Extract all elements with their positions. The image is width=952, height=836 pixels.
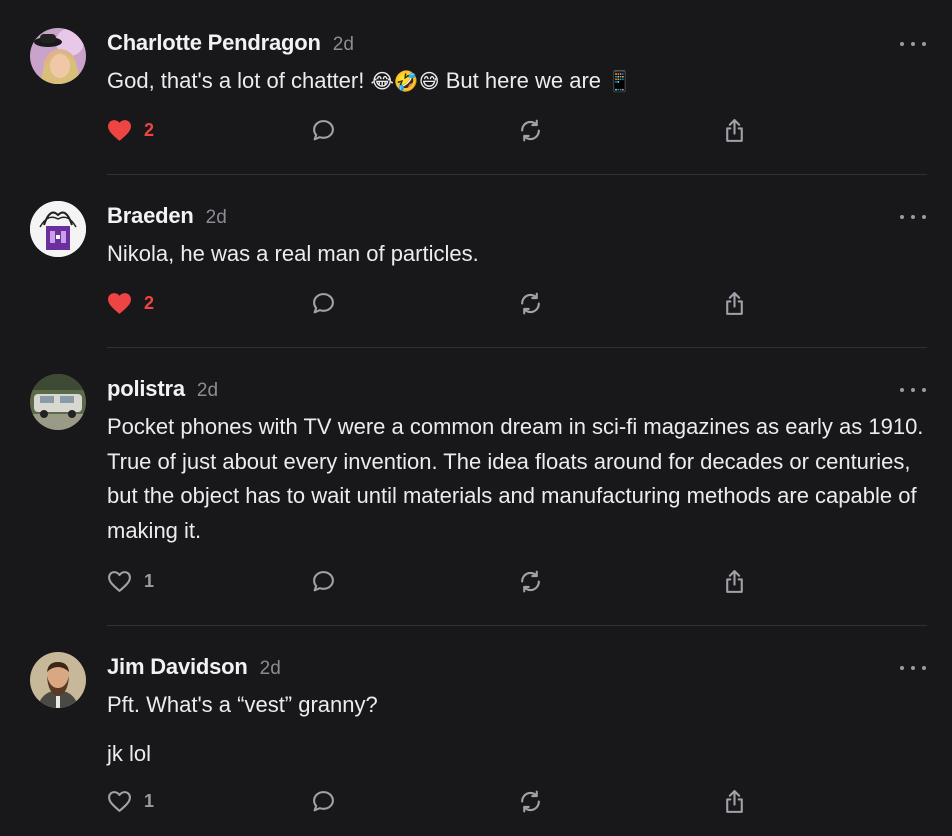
comment-actions: 1 <box>0 566 952 596</box>
comment-actions: 1 <box>0 786 952 816</box>
speech-bubble-icon <box>313 119 334 140</box>
restack-arrows-icon <box>521 570 540 592</box>
ellipsis-icon <box>900 388 904 392</box>
like-button[interactable]: 1 <box>107 786 154 816</box>
ellipsis-icon <box>900 666 904 670</box>
ellipsis-icon <box>911 666 915 670</box>
comment-body: Pocket phones with TV were a common drea… <box>107 410 932 548</box>
like-count: 2 <box>144 119 155 140</box>
comment-text: Pocket phones with TV were a common drea… <box>107 414 924 543</box>
ellipsis-icon <box>922 42 926 46</box>
reply-button[interactable] <box>311 566 336 596</box>
comment-body: Pft. What's a “vest” granny? jk lol <box>107 688 932 771</box>
avatar[interactable] <box>30 374 86 430</box>
more-options-button[interactable] <box>900 385 926 395</box>
more-options-button[interactable] <box>900 212 926 222</box>
heart-filled-icon <box>108 119 131 141</box>
comment-body: God, that's a lot of chatter! 😂🤣😅 But he… <box>107 64 932 99</box>
avatar-image <box>30 652 86 708</box>
like-button[interactable]: 2 <box>107 115 154 145</box>
speech-bubble-icon <box>313 570 334 591</box>
restack-arrows-icon <box>521 119 540 141</box>
comment-text: Nikola, he was a real man of particles. <box>107 241 479 266</box>
ellipsis-icon <box>911 388 915 392</box>
comment-body: Nikola, he was a real man of particles. <box>107 237 932 272</box>
author-name[interactable]: Charlotte Pendragon <box>107 30 321 56</box>
restack-arrows-icon <box>521 790 540 812</box>
ellipsis-icon <box>922 388 926 392</box>
comment-divider <box>107 347 927 348</box>
speech-bubble-icon <box>313 790 334 811</box>
ellipsis-icon <box>900 42 904 46</box>
comment-text: Pft. What's a “vest” granny? <box>107 692 378 717</box>
ellipsis-icon <box>900 215 904 219</box>
comment-header: Braeden 2d <box>107 203 227 233</box>
comment-text-line: God, that's a lot of chatter! 😂🤣😅 But he… <box>107 64 932 99</box>
ellipsis-icon <box>922 666 926 670</box>
heart-outline-icon <box>108 790 131 812</box>
timestamp[interactable]: 2d <box>206 207 227 229</box>
heart-filled-icon <box>108 292 131 314</box>
more-options-button[interactable] <box>900 663 926 673</box>
like-button[interactable]: 2 <box>107 288 154 318</box>
comment-feed: Charlotte Pendragon 2d God, that's a lot… <box>0 0 952 836</box>
ellipsis-icon <box>911 42 915 46</box>
like-count: 2 <box>144 292 155 313</box>
avatar[interactable] <box>30 28 86 84</box>
share-button[interactable] <box>722 566 747 596</box>
restack-arrows-icon <box>521 292 540 314</box>
share-upload-icon <box>726 118 743 142</box>
reply-button[interactable] <box>311 288 336 318</box>
restack-button[interactable] <box>518 115 543 145</box>
heart-outline-icon <box>108 570 131 592</box>
reply-button[interactable] <box>311 786 336 816</box>
share-upload-icon <box>726 789 743 813</box>
comment-header: Jim Davidson 2d <box>107 654 281 684</box>
comment-header: polistra 2d <box>107 376 218 406</box>
ellipsis-icon <box>911 215 915 219</box>
share-button[interactable] <box>722 115 747 145</box>
share-upload-icon <box>726 569 743 593</box>
avatar[interactable] <box>30 652 86 708</box>
avatar-image <box>30 28 86 84</box>
share-upload-icon <box>726 291 743 315</box>
share-button[interactable] <box>722 786 747 816</box>
timestamp[interactable]: 2d <box>197 380 218 402</box>
timestamp[interactable]: 2d <box>260 658 281 680</box>
comment-actions: 2 <box>0 288 952 318</box>
comment-text: But here we are <box>445 68 602 93</box>
like-button[interactable]: 1 <box>107 566 154 596</box>
like-count: 1 <box>144 570 155 591</box>
more-options-button[interactable] <box>900 39 926 49</box>
comment-divider <box>107 174 927 175</box>
comment-header: Charlotte Pendragon 2d <box>107 30 354 60</box>
author-name[interactable]: Jim Davidson <box>107 654 248 680</box>
avatar-image <box>30 374 86 430</box>
timestamp[interactable]: 2d <box>333 34 354 56</box>
comment-text: jk lol <box>107 740 152 766</box>
comment-text: God, that's a lot of chatter! <box>107 68 365 93</box>
speech-bubble-icon <box>313 292 334 313</box>
ellipsis-icon <box>922 215 926 219</box>
avatar-image <box>30 201 86 257</box>
reply-button[interactable] <box>311 115 336 145</box>
restack-button[interactable] <box>518 786 543 816</box>
like-count: 1 <box>144 790 155 811</box>
comment-divider <box>107 625 927 626</box>
share-button[interactable] <box>722 288 747 318</box>
restack-button[interactable] <box>518 566 543 596</box>
author-name[interactable]: polistra <box>107 376 185 402</box>
emoji: 📱 <box>607 69 633 93</box>
emoji: 😂🤣😅 <box>370 69 440 93</box>
restack-button[interactable] <box>518 288 543 318</box>
avatar[interactable] <box>30 201 86 257</box>
author-name[interactable]: Braeden <box>107 203 194 229</box>
comment-actions: 2 <box>0 115 952 145</box>
